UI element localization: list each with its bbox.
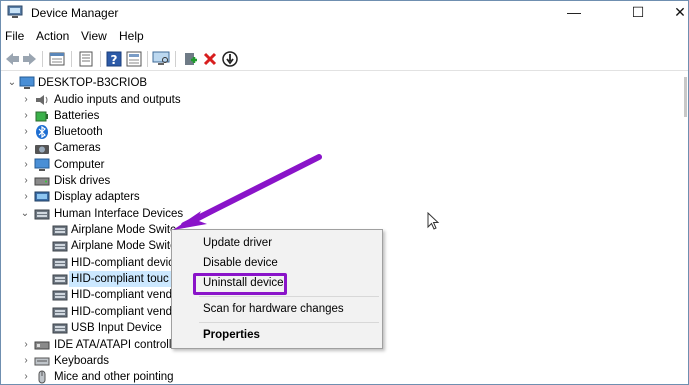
chevron-right-icon[interactable]: › (21, 140, 31, 156)
forward-icon[interactable] (21, 50, 39, 68)
chevron-right-icon[interactable]: › (21, 124, 31, 140)
hid-icon (34, 209, 50, 220)
menu-help[interactable]: Help (119, 29, 144, 43)
chevron-right-icon[interactable]: › (21, 189, 31, 205)
chevron-right-icon[interactable]: › (21, 108, 31, 124)
device-label: USB Input Device (71, 322, 162, 334)
menu-update-driver[interactable]: Update driver (203, 237, 272, 249)
menu-scan-hardware[interactable]: Scan for hardware changes (203, 303, 344, 315)
camera-icon (35, 145, 49, 154)
close-button[interactable]: ✕ (657, 1, 688, 25)
uninstall-icon[interactable] (201, 50, 219, 68)
scrollbar-thumb[interactable] (684, 77, 687, 117)
uninstall-highlight-box (193, 273, 287, 295)
device-label: HID-compliant vend (71, 289, 172, 301)
disable-icon[interactable] (221, 50, 239, 68)
keyboard-icon (34, 357, 50, 366)
hid-device-icon (52, 274, 68, 285)
menu-view[interactable]: View (81, 29, 107, 43)
details-icon[interactable] (125, 50, 143, 68)
category-label: Audio inputs and outputs (54, 94, 181, 106)
chevron-right-icon[interactable]: › (21, 337, 31, 353)
chevron-right-icon[interactable]: › (21, 369, 31, 384)
ide-controller-icon (34, 341, 50, 350)
category-label: Cameras (54, 142, 101, 154)
device-label: HID-compliant touc (69, 271, 171, 287)
category-label: Keyboards (54, 355, 109, 367)
scan-hardware-icon[interactable] (152, 50, 170, 68)
device-label: HID-compliant devic (71, 257, 174, 269)
category-label: Display adapters (54, 191, 140, 203)
root-label: DESKTOP-B3CRIOB (38, 77, 148, 89)
maximize-button[interactable]: ☐ (615, 1, 661, 25)
menu-separator (199, 322, 379, 323)
title-bar: Device Manager — ☐ ✕ (1, 1, 688, 25)
chevron-right-icon[interactable]: › (21, 173, 31, 189)
device-label: Airplane Mode Switc (71, 224, 176, 236)
window-title: Device Manager (31, 6, 119, 20)
hid-device-icon (52, 323, 68, 334)
chevron-down-icon[interactable]: ⌄ (7, 75, 17, 91)
chevron-down-icon[interactable]: ⌄ (20, 206, 30, 222)
device-manager-window: Device Manager — ☐ ✕ File Action View He… (0, 0, 689, 385)
toolbar: ? (1, 47, 688, 71)
menu-properties[interactable]: Properties (203, 329, 260, 341)
menu-action[interactable]: Action (36, 29, 69, 43)
speaker-icon (36, 95, 48, 105)
chevron-right-icon[interactable]: › (21, 92, 31, 108)
hid-device-icon (52, 258, 68, 269)
display-adapter-icon (34, 191, 50, 202)
chevron-right-icon[interactable]: › (21, 157, 31, 173)
category-label: Bluetooth (54, 126, 103, 138)
category-label: Computer (54, 159, 105, 171)
menu-disable-device[interactable]: Disable device (203, 257, 278, 269)
battery-icon (35, 111, 48, 122)
minimize-button[interactable]: — (551, 1, 597, 25)
category-label: Mice and other pointing (54, 371, 174, 383)
computer-icon (34, 158, 50, 171)
mouse-icon (38, 370, 46, 384)
device-label: Airplane Mode Switc (71, 240, 176, 252)
computer-root-icon (19, 76, 35, 89)
category-label: Human Interface Devices (54, 208, 184, 220)
chevron-right-icon[interactable]: › (21, 353, 31, 369)
properties-sheet-icon[interactable] (48, 50, 66, 68)
category-label: Disk drives (54, 175, 111, 187)
menu-file[interactable]: File (5, 29, 24, 43)
device-label: HID-compliant vend (71, 306, 172, 318)
vertical-scrollbar[interactable] (681, 73, 688, 384)
help-icon[interactable]: ? (105, 50, 123, 68)
hid-device-icon (52, 307, 68, 318)
svg-text:?: ? (111, 53, 118, 67)
menu-bar: File Action View Help (1, 26, 688, 46)
update-driver-icon[interactable] (181, 50, 199, 68)
disk-drive-icon (34, 177, 50, 186)
device-manager-icon (7, 5, 23, 18)
back-icon[interactable] (3, 50, 21, 68)
category-label: IDE ATA/ATAPI controller (54, 339, 182, 351)
hid-device-icon (52, 290, 68, 301)
device-list-icon[interactable] (77, 50, 95, 68)
hid-device-icon (52, 241, 68, 252)
category-label: Batteries (54, 110, 100, 122)
mouse-cursor-icon (427, 212, 440, 230)
menu-separator (199, 296, 379, 297)
hid-device-icon (52, 225, 68, 236)
bluetooth-icon (36, 125, 48, 139)
